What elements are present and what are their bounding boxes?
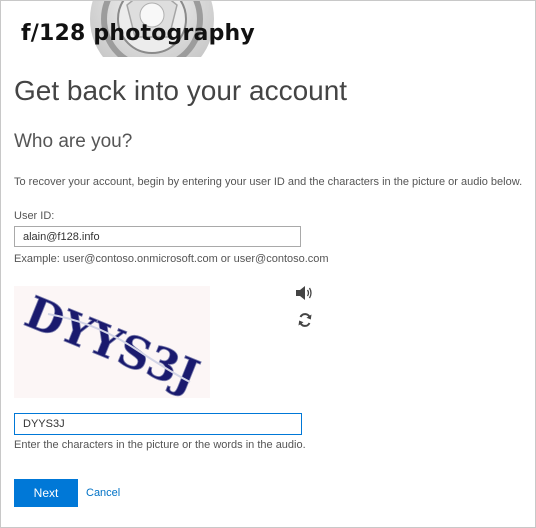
brand-wordmark: f/128 photography (21, 21, 255, 46)
cancel-link[interactable]: Cancel (86, 487, 120, 499)
captcha-graphic: DYYS3J (17, 287, 206, 403)
recovery-page: f/128 photography Get back into your acc… (0, 0, 536, 528)
speaker-icon (296, 286, 312, 300)
page-subtitle: Who are you? (14, 131, 133, 152)
captcha-help-text: Enter the characters in the picture or t… (14, 439, 306, 451)
captcha-input[interactable] (14, 413, 302, 435)
audio-captcha-button[interactable] (295, 285, 313, 301)
user-id-label: User ID: (14, 210, 55, 222)
captcha-image: DYYS3J (14, 286, 210, 403)
user-id-input[interactable] (14, 226, 301, 247)
next-button[interactable]: Next (14, 479, 78, 507)
captcha-glyph: DYYS3J (18, 287, 206, 398)
page-title: Get back into your account (14, 75, 348, 106)
instructions-text: To recover your account, begin by enteri… (14, 176, 523, 188)
refresh-captcha-button[interactable] (297, 312, 313, 328)
refresh-icon (298, 313, 312, 327)
brand-logo: f/128 photography (13, 1, 255, 57)
user-id-example: Example: user@contoso.onmicrosoft.com or… (14, 253, 329, 265)
